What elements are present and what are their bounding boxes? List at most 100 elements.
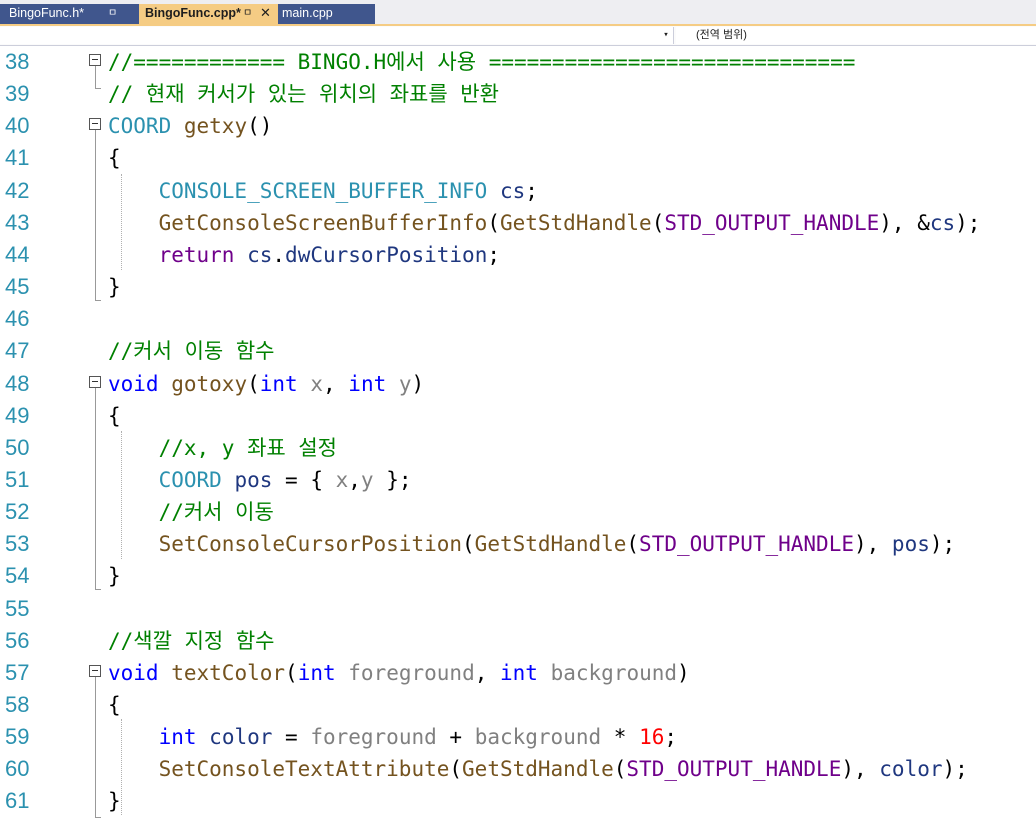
code-line[interactable]: GetConsoleScreenBufferInfo(GetStdHandle(… (108, 207, 981, 239)
pin-icon[interactable]: ㅁ (243, 4, 252, 23)
code-line[interactable]: COORD pos = { x,y }; (108, 464, 412, 496)
chevron-down-icon[interactable]: ▾ (658, 27, 674, 44)
code-line[interactable]: { (108, 689, 121, 721)
outline-line (95, 66, 96, 88)
code-token: ; (487, 243, 500, 267)
scope-label: (전역 범위) (696, 29, 747, 41)
code-token: ( (462, 532, 475, 556)
code-token: ( (285, 661, 298, 685)
code-token: cs (247, 243, 273, 267)
line-number: 52 (5, 499, 30, 524)
code-token: y (360, 468, 374, 492)
line-number: 42 (5, 178, 30, 203)
code-line[interactable]: //x, y 좌표 설정 (108, 432, 337, 464)
code-token: cs (499, 179, 526, 203)
code-token: ; (664, 725, 678, 749)
line-number: 39 (5, 81, 30, 106)
code-token: ); (955, 211, 981, 235)
code-line[interactable]: void gotoxy(int x, int y) (108, 368, 424, 400)
code-token: //x, y 좌표 설정 (158, 436, 338, 460)
tab-bingofunc-cpp[interactable]: BingoFunc.cpp* ㅁ ✕ (139, 4, 278, 24)
code-line[interactable]: COORD getxy() (108, 110, 272, 142)
tab-bingofunc-h[interactable]: BingoFunc.h* ㅁ (0, 4, 139, 24)
line-number: 55 (5, 596, 30, 621)
code-token: { (108, 404, 121, 428)
code-line[interactable]: void textColor(int foreground, int backg… (108, 657, 690, 689)
line-number: 51 (5, 467, 30, 492)
line-number: 40 (5, 113, 30, 138)
code-line[interactable]: SetConsoleTextAttribute(GetStdHandle(STD… (108, 753, 968, 785)
code-token: color (209, 725, 273, 749)
code-token: { (108, 693, 121, 717)
collapse-icon[interactable] (89, 118, 101, 130)
line-number: 47 (5, 338, 30, 363)
code-line[interactable]: //커서 이동 (108, 496, 274, 528)
line-number: 48 (5, 371, 30, 396)
collapse-icon[interactable] (89, 665, 101, 677)
code-token: } (108, 275, 121, 299)
code-token: { (108, 146, 121, 170)
collapse-icon[interactable] (89, 54, 101, 66)
code-token: foreground (348, 661, 475, 685)
tab-main-cpp[interactable]: main.cpp (278, 4, 375, 24)
outline-line (95, 677, 96, 817)
close-icon[interactable]: ✕ (260, 3, 271, 22)
code-line[interactable]: } (108, 271, 121, 303)
line-number: 38 (5, 49, 30, 74)
pin-icon[interactable]: ㅁ (108, 4, 117, 23)
code-token: ) (677, 661, 690, 685)
code-token: GetStdHandle (474, 532, 627, 556)
code-line[interactable]: } (108, 560, 121, 592)
code-token: gotoxy (171, 372, 248, 396)
scope-dropdown[interactable]: (전역 범위) (676, 27, 1036, 44)
code-token: . (272, 243, 286, 267)
code-line[interactable]: // 현재 커서가 있는 위치의 좌표를 반환 (108, 78, 499, 110)
code-line[interactable]: int color = foreground + background * 16… (108, 721, 677, 753)
code-token: int (500, 661, 538, 685)
code-line[interactable]: SetConsoleCursorPosition(GetStdHandle(ST… (108, 528, 956, 560)
line-number: 59 (5, 724, 30, 749)
code-line[interactable]: } (108, 785, 121, 817)
code-line[interactable]: //커서 이동 함수 (108, 335, 275, 367)
code-line[interactable]: CONSOLE_SCREEN_BUFFER_INFO cs; (108, 175, 538, 207)
line-number: 60 (5, 756, 30, 781)
line-number: 45 (5, 274, 30, 299)
code-token: ( (247, 372, 260, 396)
code-token: , (323, 372, 349, 396)
code-line[interactable]: { (108, 400, 121, 432)
code-token: , (348, 468, 361, 492)
code-token: ); (929, 532, 956, 556)
code-token: background (474, 725, 602, 749)
code-token: int (158, 725, 197, 749)
code-line[interactable]: //색깔 지정 함수 (108, 625, 275, 657)
code-token: ( (487, 211, 500, 235)
code-editor[interactable]: 38 //============ BINGO.H에서 사용 ==========… (0, 46, 1036, 823)
code-line[interactable]: { (108, 142, 121, 174)
line-number: 41 (5, 145, 30, 170)
line-number: 50 (5, 435, 30, 460)
line-number: 53 (5, 531, 30, 556)
code-token: ( (613, 757, 627, 781)
code-token: 16 (639, 725, 665, 749)
project-dropdown[interactable] (0, 27, 674, 44)
code-line[interactable]: return cs.dwCursorPosition; (108, 239, 500, 271)
code-line[interactable]: //============ BINGO.H에서 사용 ============… (108, 46, 855, 78)
code-token: ), (853, 532, 892, 556)
line-number: 54 (5, 563, 30, 588)
code-token: ) (411, 372, 425, 396)
collapse-icon[interactable] (89, 376, 101, 388)
code-token: //============ BINGO.H에서 사용 ============… (108, 50, 856, 74)
outline-line (95, 130, 96, 300)
line-number: 56 (5, 628, 30, 653)
line-number: 46 (5, 306, 30, 331)
